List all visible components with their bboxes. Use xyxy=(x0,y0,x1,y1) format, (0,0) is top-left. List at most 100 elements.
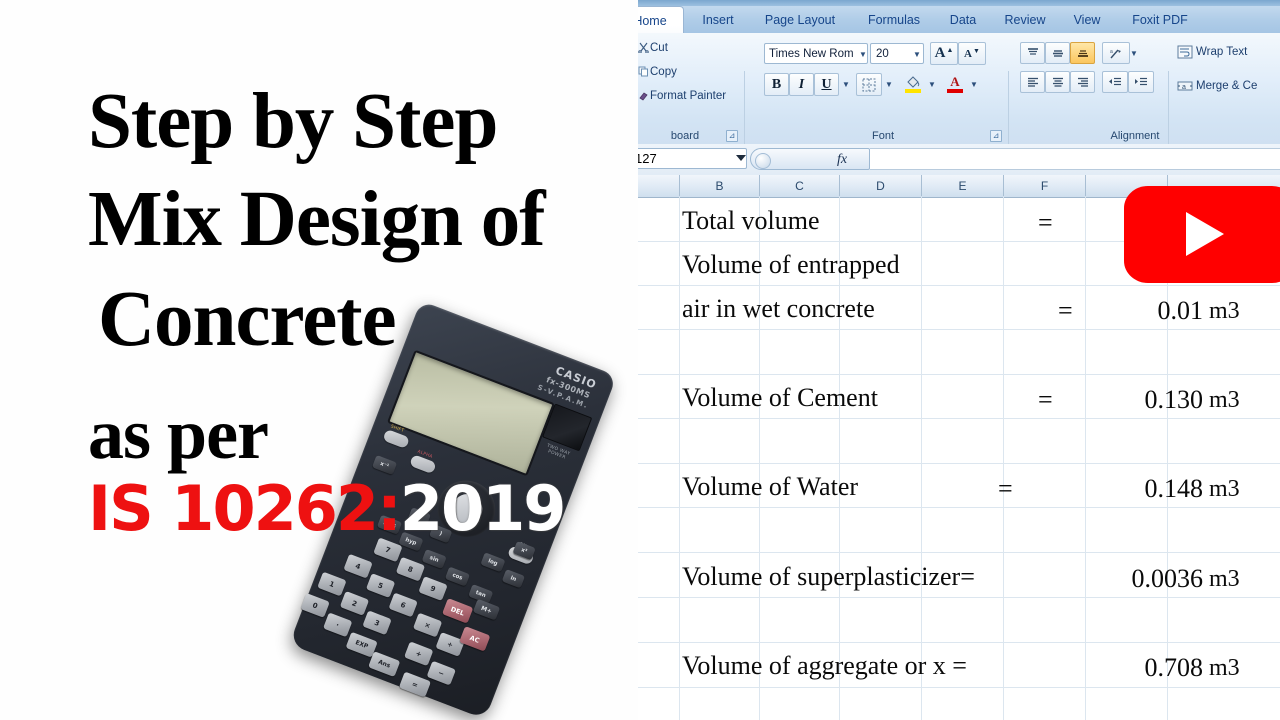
cell-unit-entrapped-air[interactable]: m3 xyxy=(1209,298,1240,325)
font-dialog-launcher[interactable]: ⊿ xyxy=(990,130,1002,142)
underline-chevron-down-icon[interactable]: ▼ xyxy=(842,80,850,89)
key-3: 3 xyxy=(362,610,392,636)
font-color-chevron-down-icon[interactable]: ▼ xyxy=(970,80,978,89)
cell-value-volume-aggregate[interactable]: 0.708 xyxy=(1078,653,1204,683)
increase-indent-button[interactable] xyxy=(1128,71,1154,93)
font-name-box[interactable]: Times New Rom xyxy=(764,43,868,64)
key-m-plus: M+ xyxy=(472,598,501,621)
formula-input[interactable] xyxy=(870,148,1280,170)
tab-home[interactable]: Home xyxy=(638,6,684,34)
title-line-4: as per xyxy=(88,394,269,474)
cell-label-volume-aggregate[interactable]: Volume of aggregate or x = xyxy=(682,653,967,679)
cell-label-total-volume[interactable]: Total volume xyxy=(682,208,820,234)
key-decimal: · xyxy=(322,612,353,638)
format-painter-command[interactable]: Format Painter xyxy=(650,90,726,102)
cut-icon[interactable] xyxy=(638,41,649,53)
fill-color-chevron-down-icon[interactable]: ▼ xyxy=(928,80,936,89)
orientation-button[interactable]: a xyxy=(1102,42,1130,64)
align-left-button[interactable] xyxy=(1020,71,1045,93)
key-9: 9 xyxy=(418,576,448,601)
key-multiply: × xyxy=(412,612,443,638)
gridline-h-11 xyxy=(638,687,1280,688)
column-header-e[interactable]: E xyxy=(922,175,1004,196)
key-log: log xyxy=(480,552,506,573)
column-header-c[interactable]: C xyxy=(760,175,840,196)
fill-color-swatch xyxy=(905,89,921,93)
align-top-button[interactable] xyxy=(1020,42,1045,64)
borders-chevron-down-icon[interactable]: ▼ xyxy=(885,80,893,89)
cell-eq-entrapped-air[interactable]: = xyxy=(1058,296,1073,326)
format-painter-icon[interactable] xyxy=(638,89,649,101)
cell-value-volume-superplasticizer[interactable]: 0.0036 xyxy=(1076,564,1204,594)
font-name-chevron-down-icon[interactable]: ▼ xyxy=(859,50,867,59)
wrap-text-command[interactable]: Wrap Text xyxy=(1196,46,1247,58)
italic-button[interactable]: I xyxy=(789,73,814,96)
cell-value-volume-cement[interactable]: 0.130 xyxy=(1078,385,1204,415)
name-box[interactable]: 127 xyxy=(638,148,747,169)
grow-font-button[interactable]: A ▲ xyxy=(930,42,958,65)
align-right-button[interactable] xyxy=(1070,71,1095,93)
copy-icon[interactable] xyxy=(638,65,649,77)
column-header-d[interactable]: D xyxy=(840,175,922,196)
youtube-play-badge[interactable] xyxy=(1124,186,1280,283)
standard-reference-line: IS 10262:2019 xyxy=(88,478,566,540)
key-ac: AC xyxy=(459,626,491,652)
font-color-button[interactable]: A xyxy=(942,73,968,96)
insert-function-icon[interactable]: fx xyxy=(837,152,847,168)
align-bottom-button[interactable] xyxy=(1070,42,1095,64)
underline-label: U xyxy=(821,76,832,92)
wrap-text-icon[interactable] xyxy=(1176,43,1194,61)
cell-label-volume-water[interactable]: Volume of Water xyxy=(682,474,858,500)
italic-label: I xyxy=(798,76,805,92)
cut-command[interactable]: Cut xyxy=(650,42,668,54)
tab-foxit-pdf[interactable]: Foxit PDF xyxy=(1118,6,1202,33)
orientation-chevron-down-icon[interactable]: ▼ xyxy=(1130,49,1138,58)
column-header-a[interactable] xyxy=(638,175,680,196)
cell-unit-volume-superplasticizer[interactable]: m3 xyxy=(1209,566,1240,593)
tab-page-layout[interactable]: Page Layout xyxy=(752,6,848,33)
cell-unit-volume-aggregate[interactable]: m3 xyxy=(1209,655,1240,682)
formula-bar-knob[interactable] xyxy=(755,153,771,169)
align-middle-button[interactable] xyxy=(1045,42,1070,64)
key-4: 4 xyxy=(343,553,373,579)
name-box-chevron-down-icon[interactable] xyxy=(736,155,746,161)
column-header-f[interactable]: F xyxy=(1004,175,1086,196)
fill-color-button[interactable] xyxy=(900,73,926,96)
tab-view[interactable]: View xyxy=(1062,6,1112,33)
cell-label-entrapped-air-2[interactable]: air in wet concrete xyxy=(682,296,875,322)
shift-key xyxy=(382,428,411,450)
cell-unit-volume-cement[interactable]: m3 xyxy=(1209,387,1240,414)
tab-data[interactable]: Data xyxy=(938,6,988,33)
tab-formulas[interactable]: Formulas xyxy=(856,6,932,33)
underline-button[interactable]: U xyxy=(814,73,839,96)
grow-font-label: A xyxy=(934,45,946,61)
copy-command[interactable]: Copy xyxy=(650,66,677,78)
cell-label-volume-cement[interactable]: Volume of Cement xyxy=(682,385,878,411)
cell-eq-volume-water[interactable]: = xyxy=(998,474,1013,504)
merge-center-command[interactable]: Merge & Ce xyxy=(1196,80,1257,92)
cell-value-volume-water[interactable]: 0.148 xyxy=(1078,474,1204,504)
gridline-h-2 xyxy=(638,285,1280,286)
cell-unit-volume-water[interactable]: m3 xyxy=(1209,476,1240,503)
svg-text:a: a xyxy=(1182,84,1186,91)
shrink-font-button[interactable]: A ▼ xyxy=(958,42,986,65)
decrease-indent-button[interactable] xyxy=(1102,71,1128,93)
gridline-h-7 xyxy=(638,507,1280,508)
cell-eq-total-volume[interactable]: = xyxy=(1038,208,1053,238)
clipboard-dialog-launcher[interactable]: ⊿ xyxy=(726,130,738,142)
column-header-b[interactable]: B xyxy=(680,175,760,196)
cell-eq-volume-cement[interactable]: = xyxy=(1038,385,1053,415)
align-center-button[interactable] xyxy=(1045,71,1070,93)
borders-button[interactable] xyxy=(856,73,882,96)
title-line-1: Step by Step xyxy=(88,78,498,165)
cell-value-entrapped-air[interactable]: 0.01 xyxy=(1078,296,1204,326)
bold-button[interactable]: B xyxy=(764,73,789,96)
svg-text:a: a xyxy=(1110,49,1113,55)
clipboard-group-label: board xyxy=(670,130,700,142)
font-size-chevron-down-icon[interactable]: ▼ xyxy=(913,50,921,59)
cell-label-volume-superplasticizer[interactable]: Volume of superplasticizer= xyxy=(682,564,975,590)
tab-review[interactable]: Review xyxy=(994,6,1056,33)
tab-insert[interactable]: Insert xyxy=(690,6,746,33)
merge-center-icon[interactable]: a xyxy=(1176,77,1194,95)
cell-label-entrapped-air-1[interactable]: Volume of entrapped xyxy=(682,252,900,278)
